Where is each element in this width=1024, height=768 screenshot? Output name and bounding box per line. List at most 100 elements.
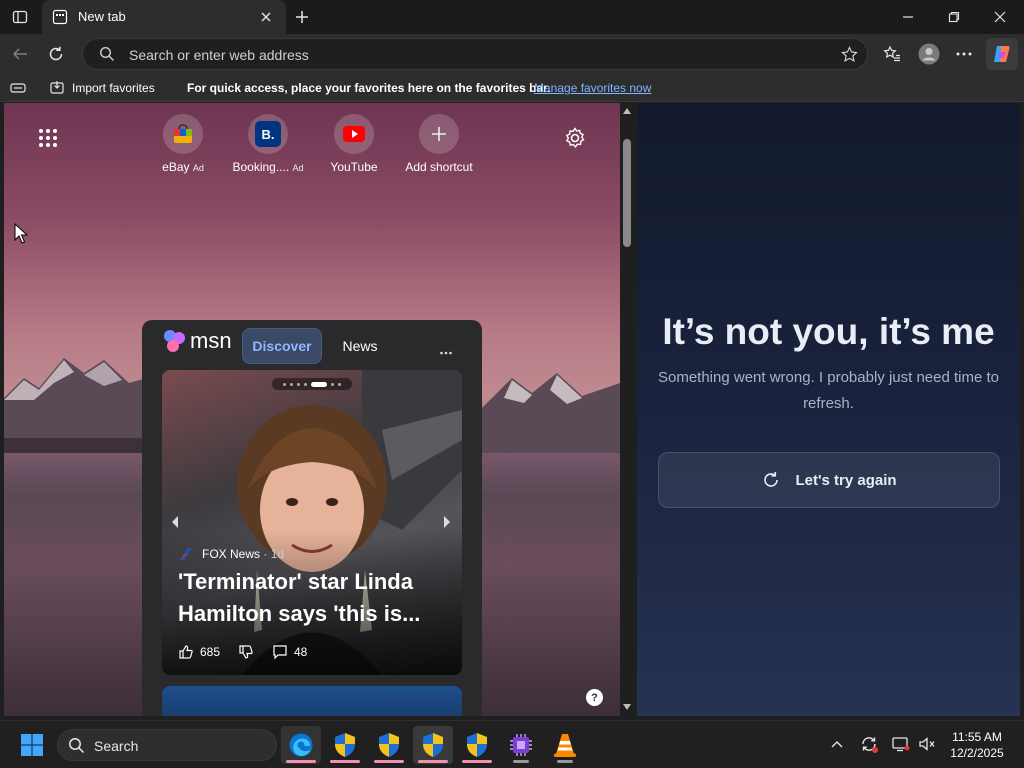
profile-avatar[interactable]	[916, 41, 942, 67]
shortcut-label: Booking....	[232, 160, 290, 174]
next-story-preview[interactable]	[162, 686, 462, 716]
taskbar-chip-app[interactable]	[501, 726, 541, 764]
scroll-down-arrow-icon	[623, 704, 631, 710]
edge-icon	[289, 733, 313, 757]
like-button[interactable]: 685	[178, 644, 220, 660]
taskbar-active-indicator	[374, 760, 404, 763]
thumbs-down-icon	[239, 645, 253, 659]
shortcut-label: eBay	[162, 160, 190, 174]
mountain-background-right	[482, 373, 620, 453]
news-story-card[interactable]: FOX News · 1d 'Terminator' star Linda Ha…	[162, 370, 462, 675]
mouse-cursor-icon	[14, 223, 28, 244]
comment-icon	[273, 645, 287, 660]
uac-shield-icon	[467, 733, 487, 757]
new-tab-button[interactable]	[290, 5, 314, 29]
vlc-cone-icon	[554, 734, 576, 757]
taskbar-vlc[interactable]	[545, 726, 585, 764]
uac-shield-icon	[379, 733, 399, 757]
add-shortcut-button[interactable]: Add shortcut	[399, 114, 479, 174]
taskbar-running-indicator	[513, 760, 529, 763]
uac-shield-icon	[423, 733, 443, 757]
error-title: It’s not you, it’s me	[662, 311, 995, 352]
scroll-thumb[interactable]	[623, 139, 631, 247]
import-favorites-icon[interactable]	[49, 80, 65, 101]
thumbs-up-icon	[179, 645, 193, 659]
shortcut-youtube[interactable]: YouTube	[314, 114, 394, 174]
new-tab-icon	[52, 9, 68, 30]
taskbar-edge[interactable]	[281, 726, 321, 764]
comment-count: 48	[294, 645, 308, 659]
story-headline[interactable]: 'Terminator' star Linda Hamilton says 't…	[178, 566, 448, 630]
taskbar-clock[interactable]: 11:55 AM 12/2/2025	[944, 729, 1010, 761]
network-icon[interactable]	[890, 733, 912, 755]
search-icon	[68, 737, 85, 759]
msn-more-options-icon[interactable]	[440, 342, 452, 360]
error-subtitle: Something went wrong. I probably just ne…	[657, 369, 1000, 412]
taskbar-shield-app-3[interactable]	[413, 726, 453, 764]
copilot-icon[interactable]	[986, 38, 1018, 70]
windows-logo-icon	[21, 734, 43, 756]
favorites-hint: For quick access, place your favorites h…	[187, 81, 551, 95]
new-tab-page: eBay Ad B. Booking.... Ad YouTube Add sh…	[4, 103, 620, 716]
shortcut-label: YouTube	[330, 160, 378, 174]
carousel-prev-icon[interactable]	[170, 515, 180, 534]
taskbar: Search 11:55 AM 12/2/2025	[0, 720, 1024, 768]
ad-badge: Ad	[292, 163, 304, 173]
back-arrow-icon[interactable]	[8, 42, 32, 66]
refresh-icon[interactable]	[44, 42, 68, 66]
shortcut-booking[interactable]: B. Booking.... Ad	[228, 114, 308, 174]
settings-gear-icon[interactable]	[564, 127, 586, 154]
tab-news[interactable]: News	[332, 328, 388, 364]
carousel-next-icon[interactable]	[442, 515, 452, 534]
browser-toolbar: Search or enter web address	[0, 34, 1024, 74]
uac-shield-icon	[335, 733, 355, 757]
apps-grid-icon[interactable]	[38, 128, 58, 153]
shortcut-label: Add shortcut	[405, 160, 473, 174]
favorites-icon[interactable]	[880, 42, 904, 66]
taskbar-shield-app-2[interactable]	[369, 726, 409, 764]
reading-view-icon[interactable]	[10, 81, 26, 100]
manage-favorites-link[interactable]: Manage favorites now	[534, 81, 651, 95]
browser-tab[interactable]: New tab	[42, 0, 286, 34]
favorite-star-icon[interactable]	[841, 46, 858, 68]
search-icon	[99, 46, 115, 67]
start-button[interactable]	[12, 726, 52, 764]
tab-actions-icon[interactable]	[8, 5, 32, 29]
error-panel: It’s not you, it’s me Something went wro…	[637, 103, 1020, 716]
taskbar-shield-app-1[interactable]	[325, 726, 365, 764]
tab-title: New tab	[78, 9, 126, 24]
dislike-button[interactable]	[238, 644, 254, 660]
show-hidden-icons-chevron-icon[interactable]	[826, 733, 848, 755]
comments-button[interactable]: 48	[272, 644, 307, 660]
taskbar-search-placeholder: Search	[94, 738, 139, 754]
address-bar[interactable]: Search or enter web address	[82, 38, 868, 70]
page-scrollbar[interactable]	[620, 103, 634, 716]
minimize-button[interactable]	[896, 5, 920, 29]
help-icon[interactable]: ?	[586, 689, 603, 706]
shortcut-ebay[interactable]: eBay Ad	[143, 114, 223, 174]
taskbar-active-indicator	[462, 760, 492, 763]
close-window-button[interactable]	[988, 5, 1012, 29]
volume-muted-icon[interactable]	[916, 733, 938, 755]
clock-time: 11:55 AM	[952, 730, 1002, 744]
close-tab-icon[interactable]	[258, 9, 274, 30]
restore-button[interactable]	[942, 5, 966, 29]
carousel-dots[interactable]	[272, 378, 352, 390]
msn-brand-text: msn	[190, 328, 232, 353]
sync-alert-icon[interactable]	[858, 733, 880, 755]
retry-button[interactable]: Let's try again	[658, 452, 1000, 508]
address-placeholder: Search or enter web address	[129, 47, 309, 63]
taskbar-active-indicator	[330, 760, 360, 763]
cpu-chip-icon	[510, 734, 532, 756]
taskbar-active-indicator	[286, 760, 316, 763]
taskbar-running-indicator	[557, 760, 573, 763]
taskbar-shield-app-4[interactable]	[457, 726, 497, 764]
more-options-icon[interactable]	[952, 42, 976, 66]
tab-discover[interactable]: Discover	[242, 328, 322, 364]
retry-label: Let's try again	[795, 471, 897, 489]
import-favorites-button[interactable]: Import favorites	[72, 81, 155, 95]
clock-date: 12/2/2025	[950, 746, 1004, 760]
ebay-bag-icon	[163, 114, 203, 154]
msn-feed-card: msn Discover News FOX News · 1d 'Termina…	[142, 320, 482, 716]
taskbar-search[interactable]: Search	[57, 729, 277, 761]
